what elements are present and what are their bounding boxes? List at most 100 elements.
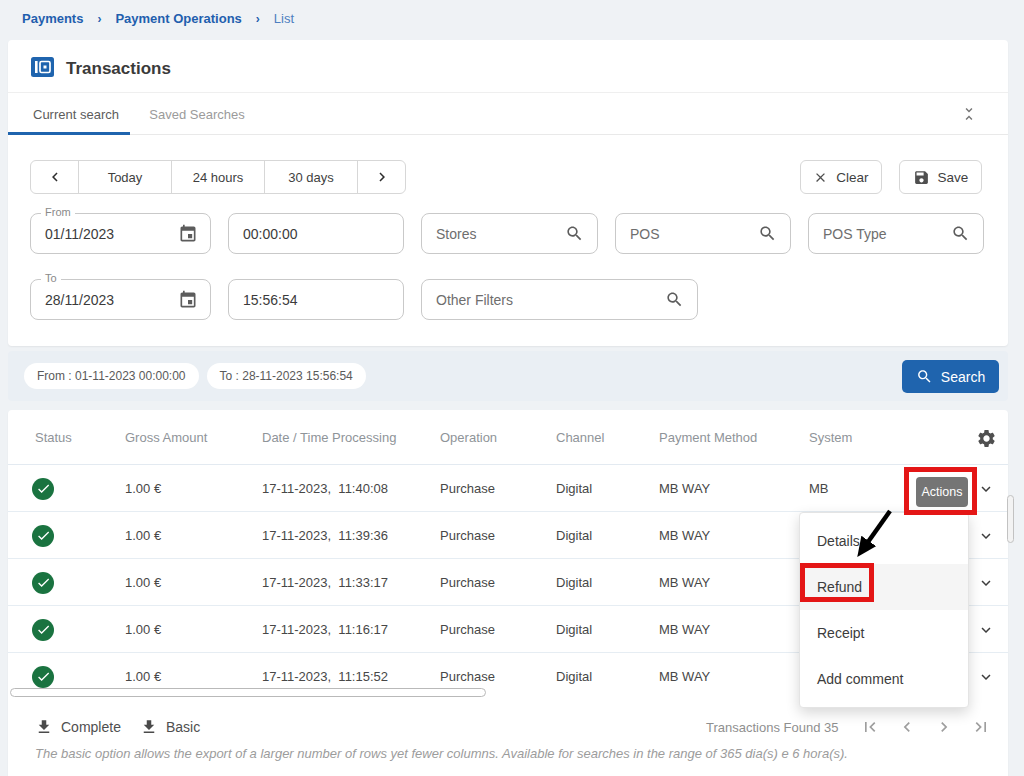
save-button[interactable]: Save (899, 160, 982, 194)
calendar-icon[interactable] (178, 224, 198, 244)
cell-datetime: 17-11-2023, 11:33:17 (262, 559, 388, 606)
prev-page-icon[interactable] (897, 717, 917, 737)
chevron-down-icon[interactable] (977, 574, 995, 592)
tab-current-search[interactable]: Current search (8, 93, 130, 135)
to-time-field[interactable]: 15:56:54 (228, 279, 404, 320)
other-filters-field[interactable]: Other Filters (421, 279, 698, 320)
menu-item-receipt[interactable]: Receipt (800, 610, 968, 656)
search-icon (916, 368, 933, 385)
cell-payment-method: MB WAY (659, 465, 710, 512)
annotation-rect-actions (904, 467, 977, 515)
chevron-down-icon[interactable] (977, 621, 995, 639)
search-icon[interactable] (951, 224, 971, 244)
horizontal-scrollbar[interactable] (10, 688, 486, 697)
cell-operation: Purchase (440, 465, 495, 512)
gear-icon[interactable] (976, 428, 997, 449)
chevron-down-icon[interactable] (977, 527, 995, 545)
success-status-icon (32, 478, 54, 500)
success-status-icon (32, 666, 54, 688)
breadcrumb-item[interactable]: List (274, 11, 294, 26)
download-icon (35, 718, 53, 736)
cell-payment-method: MB WAY (659, 512, 710, 559)
export-complete-button[interactable]: Complete (35, 713, 121, 741)
to-filter-chip[interactable]: To : 28-11-2023 15:56:54 (207, 363, 366, 389)
first-page-icon[interactable] (860, 717, 880, 737)
download-icon (140, 718, 158, 736)
cell-channel: Digital (556, 512, 592, 559)
range-24hours-button[interactable]: 24 hours (172, 161, 265, 193)
breadcrumb-item[interactable]: Payments (22, 11, 83, 26)
cell-channel: Digital (556, 465, 592, 512)
transactions-found-label: Transactions Found 35 (706, 713, 838, 741)
success-status-icon (32, 619, 54, 641)
export-basic-button[interactable]: Basic (140, 713, 200, 741)
stores-field[interactable]: Stores (421, 213, 598, 254)
export-note: The basic option allows the export of a … (35, 746, 848, 761)
to-date-field[interactable]: To 28/11/2023 (30, 279, 211, 320)
table-header: Status Gross Amount Date / Time Processi… (8, 410, 1008, 465)
annotation-rect-refund (800, 563, 874, 602)
chevron-left-icon (46, 168, 64, 186)
cell-payment-method: MB WAY (659, 559, 710, 606)
annotation-arrow (850, 504, 900, 566)
pos-type-field[interactable]: POS Type (808, 213, 984, 254)
breadcrumb-separator: › (97, 12, 101, 26)
transactions-icon (31, 57, 54, 77)
success-status-icon (32, 572, 54, 594)
range-next-button[interactable] (358, 161, 405, 193)
search-icon[interactable] (565, 224, 585, 244)
cell-operation: Purchase (440, 653, 495, 688)
breadcrumb-separator: › (256, 12, 260, 26)
cell-datetime: 17-11-2023, 11:15:52 (262, 653, 388, 688)
success-status-icon (32, 525, 54, 547)
tab-saved-searches[interactable]: Saved Searches (130, 93, 264, 135)
menu-item-add-comment[interactable]: Add comment (800, 656, 968, 702)
pos-field[interactable]: POS (615, 213, 791, 254)
range-prev-button[interactable] (31, 161, 79, 193)
cell-datetime: 17-11-2023, 11:40:08 (262, 465, 388, 512)
save-icon (913, 169, 930, 186)
cell-channel: Digital (556, 606, 592, 653)
clear-button[interactable]: Clear (800, 160, 882, 194)
close-icon (813, 170, 828, 185)
range-30days-button[interactable]: 30 days (265, 161, 358, 193)
cell-gross-amount: 1.00 € (125, 512, 161, 559)
cell-system: MB (809, 465, 829, 512)
last-page-icon[interactable] (971, 717, 991, 737)
chevron-down-icon[interactable] (977, 480, 995, 498)
from-time-field[interactable]: 00:00:00 (228, 213, 404, 254)
range-today-button[interactable]: Today (79, 161, 172, 193)
search-button[interactable]: Search (902, 360, 999, 393)
search-icon[interactable] (665, 290, 685, 310)
chevron-down-icon[interactable] (977, 668, 995, 686)
applied-filters-band: From : 01-11-2023 00:00:00 To : 28-11-20… (8, 351, 1008, 401)
search-icon[interactable] (758, 224, 778, 244)
vertical-scrollbar[interactable] (1007, 495, 1014, 543)
cell-gross-amount: 1.00 € (125, 653, 161, 688)
page-title: Transactions (66, 59, 171, 79)
cell-channel: Digital (556, 653, 592, 688)
cell-payment-method: MB WAY (659, 653, 710, 688)
from-date-field[interactable]: From 01/11/2023 (30, 213, 211, 254)
cell-operation: Purchase (440, 559, 495, 606)
filters-card: Transactions Current search Saved Search… (8, 40, 1008, 346)
chevron-right-icon (373, 168, 391, 186)
next-page-icon[interactable] (934, 717, 954, 737)
cell-gross-amount: 1.00 € (125, 465, 161, 512)
cell-operation: Purchase (440, 606, 495, 653)
pagination (860, 713, 991, 741)
from-filter-chip[interactable]: From : 01-11-2023 00:00:00 (24, 363, 199, 389)
cell-payment-method: MB WAY (659, 606, 710, 653)
cell-gross-amount: 1.00 € (125, 559, 161, 606)
tabs: Current search Saved Searches (8, 93, 1008, 135)
cell-datetime: 17-11-2023, 11:39:36 (262, 512, 388, 559)
cell-channel: Digital (556, 559, 592, 606)
collapse-icon[interactable] (960, 105, 978, 123)
calendar-icon[interactable] (178, 290, 198, 310)
active-tab-indicator (8, 132, 130, 135)
breadcrumb: Payments › Payment Operations › List (22, 11, 294, 26)
cell-datetime: 17-11-2023, 11:16:17 (262, 606, 388, 653)
breadcrumb-item[interactable]: Payment Operations (115, 11, 241, 26)
cell-gross-amount: 1.00 € (125, 606, 161, 653)
date-range-group: Today 24 hours 30 days (30, 160, 406, 194)
